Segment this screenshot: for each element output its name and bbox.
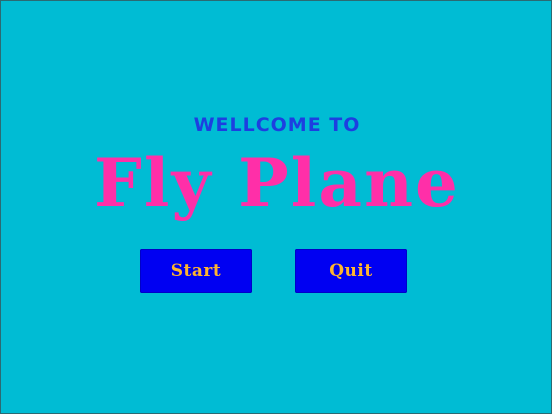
game-menu-screen: WELLCOME TO Fly Plane Start Quit <box>0 0 552 414</box>
start-button-label: Start <box>170 261 222 281</box>
quit-button-label: Quit <box>329 261 373 281</box>
start-button[interactable]: Start <box>140 249 252 293</box>
welcome-text: WELLCOME TO <box>193 114 361 136</box>
game-title: Fly Plane <box>94 144 460 222</box>
quit-button[interactable]: Quit <box>295 249 407 293</box>
